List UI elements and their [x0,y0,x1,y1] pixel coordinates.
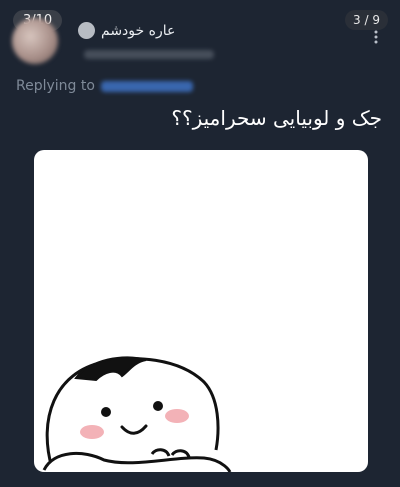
replying-to: Replying to [16,78,193,94]
verified-badge-icon [78,22,95,39]
replying-label: Replying to [16,78,95,94]
tweet-media-image[interactable] [34,150,368,472]
avatar[interactable] [12,18,58,64]
tweet-text: جک و لوبیایی سحرامیز؟؟ [171,106,382,130]
tweet-container: 3/10 3 / 9 عاره خودشم Replying to جک و ل… [0,0,400,487]
username-redacted [84,50,214,59]
name-row: عاره خودشم [78,22,175,39]
tweet-header: عاره خودشم [78,22,378,72]
cartoon-face-sticker [42,356,232,472]
mention-link-redacted[interactable] [100,80,193,92]
display-name[interactable]: عاره خودشم [101,23,175,39]
